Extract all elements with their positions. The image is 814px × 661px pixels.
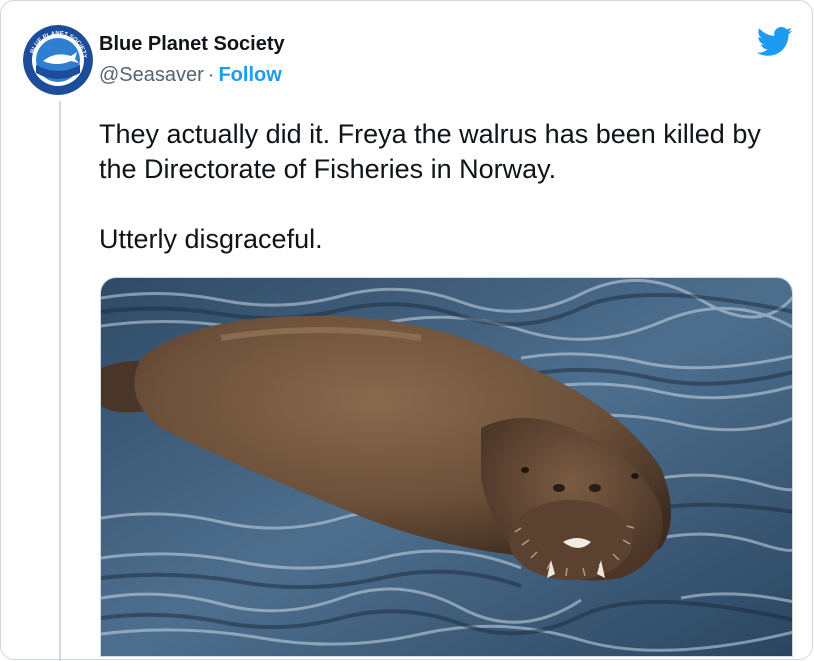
account-name[interactable]: Blue Planet Society [99,33,285,56]
tweet-photo[interactable] [100,277,793,657]
thread-line [59,101,61,661]
blue-planet-society-logo: BLUE PLANET SOCIETY [23,25,93,95]
separator: · [207,64,215,86]
follow-button[interactable]: Follow [218,64,281,86]
tweet-card[interactable]: BLUE PLANET SOCIETY Blue Planet Society … [0,0,813,661]
handle-row: @Seasaver · Follow [99,64,282,87]
tweet-paragraph: Utterly disgraceful. [99,224,323,254]
account-handle[interactable]: @Seasaver [99,64,204,86]
tweet-paragraph: They actually did it. Freya the walrus h… [99,119,761,184]
twitter-bird-icon[interactable] [756,27,793,57]
walrus-photo [101,278,792,656]
tweet-text: They actually did it. Freya the walrus h… [99,117,799,257]
avatar[interactable]: BLUE PLANET SOCIETY [23,25,93,95]
